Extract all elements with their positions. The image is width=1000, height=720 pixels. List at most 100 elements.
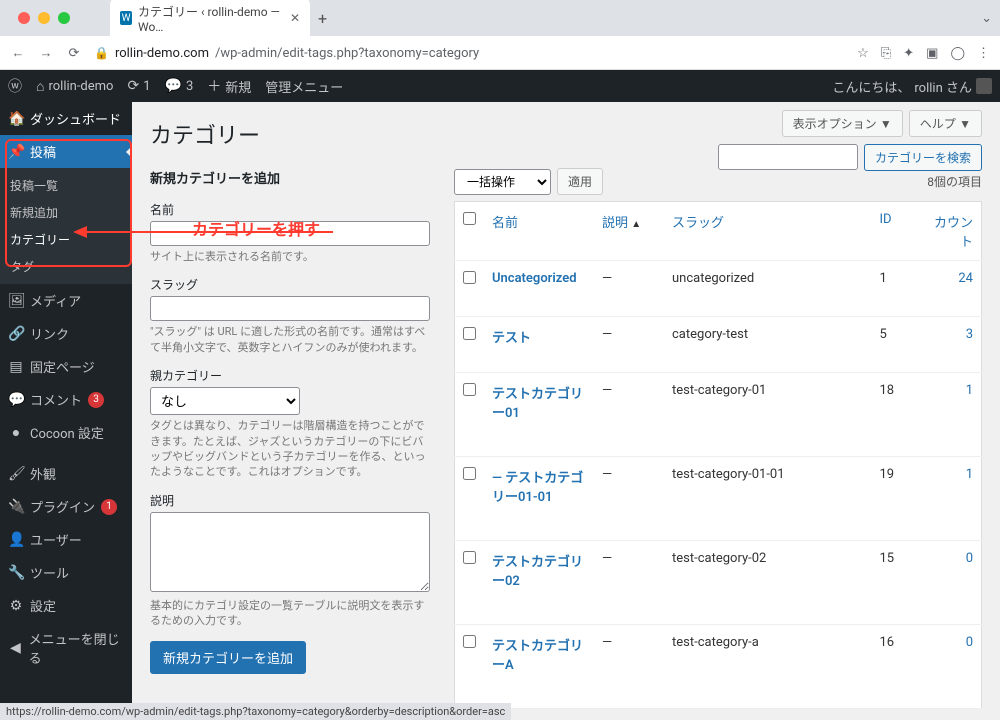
camera-icon[interactable]: ⎘ xyxy=(881,46,891,61)
category-link[interactable]: Uncategorized xyxy=(492,271,577,286)
category-link[interactable]: — テストカテゴリー01-01 xyxy=(492,471,583,505)
sidebar-item-dashboard[interactable]: 🏠ダッシュボード xyxy=(0,102,132,135)
url-field[interactable]: 🔒 rollin-demo.com/wp-admin/edit-tags.php… xyxy=(94,46,845,61)
sidebar-item-appearance[interactable]: 🖌外観 xyxy=(0,457,132,490)
forward-icon[interactable]: → xyxy=(38,45,54,61)
settings-icon: ⚙ xyxy=(8,598,24,614)
lock-icon: 🔒 xyxy=(94,46,109,60)
row-desc: — xyxy=(594,625,664,709)
row-checkbox[interactable] xyxy=(463,635,476,648)
minimize-window-icon[interactable] xyxy=(38,12,50,24)
sidebar-item-plugins[interactable]: 🔌プラグイン 1 xyxy=(0,490,132,523)
address-bar: ← → ⟳ 🔒 rollin-demo.com/wp-admin/edit-ta… xyxy=(0,36,1000,70)
row-id: 1 xyxy=(872,261,922,317)
circle-icon: ● xyxy=(8,424,24,441)
url-path: /wp-admin/edit-tags.php?taxonomy=categor… xyxy=(215,46,479,61)
category-link[interactable]: テスト xyxy=(492,331,531,346)
sidebar-item-posts[interactable]: 📌投稿 xyxy=(0,135,132,168)
window-controls xyxy=(8,12,80,24)
category-table: 名前 説明 ▲ スラッグ ID カウント Uncategorized — unc… xyxy=(454,201,982,709)
slug-input[interactable] xyxy=(150,296,430,321)
maximize-window-icon[interactable] xyxy=(58,12,70,24)
star-icon[interactable]: ☆ xyxy=(857,46,869,61)
wp-body: 🏠ダッシュボード 📌投稿 投稿一覧 新規追加 カテゴリー タグ 🖼メディア 🔗リ… xyxy=(0,102,1000,720)
col-count[interactable]: カウント xyxy=(922,202,982,261)
browser-tab[interactable]: W カテゴリー ‹ rollin-demo — Wo… ✕ xyxy=(110,0,310,40)
row-slug: test-category-01-01 xyxy=(664,457,872,541)
browser-chrome: W カテゴリー ‹ rollin-demo — Wo… ✕ + ⌄ ← → ⟳ … xyxy=(0,0,1000,70)
submit-button[interactable]: 新規カテゴリーを追加 xyxy=(150,641,306,674)
row-checkbox[interactable] xyxy=(463,467,476,480)
col-desc[interactable]: 説明 ▲ xyxy=(594,202,664,261)
submenu-tags[interactable]: タグ xyxy=(0,253,132,280)
comments-badge: 3 xyxy=(88,392,104,408)
greeting[interactable]: こんにちは、 rollin さん xyxy=(832,77,992,96)
category-link[interactable]: テストカテゴリー02 xyxy=(492,555,583,589)
row-name: — テストカテゴリー01-01 xyxy=(484,457,594,541)
site-link[interactable]: ⌂rollin-demo xyxy=(36,78,113,95)
chevron-down-icon[interactable]: ⌄ xyxy=(981,11,992,26)
col-id[interactable]: ID xyxy=(872,202,922,261)
sidebar-item-pages[interactable]: ▤固定ページ xyxy=(0,350,132,383)
row-checkbox[interactable] xyxy=(463,383,476,396)
admin-sidebar: 🏠ダッシュボード 📌投稿 投稿一覧 新規追加 カテゴリー タグ 🖼メディア 🔗リ… xyxy=(0,102,132,720)
row-id: 19 xyxy=(872,457,922,541)
wp-admin-bar: ⓦ ⌂rollin-demo ⟳1 💬3 ＋新規 管理メニュー こんにちは、 r… xyxy=(0,70,1000,102)
search-button[interactable]: カテゴリーを検索 xyxy=(864,144,982,171)
add-category-form: 新規カテゴリーを追加 名前 サイト上に表示される名前です。 スラッグ "スラッグ… xyxy=(150,168,430,709)
select-all-header[interactable] xyxy=(455,202,485,261)
items-count: 8個の項目 xyxy=(927,173,982,190)
sidebar-collapse[interactable]: ◀メニューを閉じる xyxy=(0,622,132,674)
category-link[interactable]: テストカテゴリーA xyxy=(492,639,583,673)
col-name[interactable]: 名前 xyxy=(484,202,594,261)
profile-icon[interactable]: ◯ xyxy=(950,46,965,61)
row-name: テストカテゴリー02 xyxy=(484,541,594,625)
new-link[interactable]: ＋新規 xyxy=(207,76,251,96)
count-link[interactable]: 3 xyxy=(966,327,973,342)
extension-icon[interactable]: ✦ xyxy=(903,46,914,61)
window-icon[interactable]: ▣ xyxy=(926,46,938,61)
category-search-input[interactable] xyxy=(718,144,858,170)
submenu-add-new[interactable]: 新規追加 xyxy=(0,199,132,226)
count-link[interactable]: 0 xyxy=(966,551,973,566)
sidebar-item-media[interactable]: 🖼メディア xyxy=(0,284,132,317)
parent-select[interactable]: なし xyxy=(150,387,300,415)
name-input[interactable] xyxy=(150,221,430,246)
count-link[interactable]: 1 xyxy=(966,467,973,482)
count-link[interactable]: 24 xyxy=(958,271,973,286)
comments-link[interactable]: 💬3 xyxy=(165,78,194,94)
tab-close-icon[interactable]: ✕ xyxy=(290,11,300,25)
submenu-categories[interactable]: カテゴリー xyxy=(0,226,132,253)
description-input[interactable] xyxy=(150,512,430,592)
new-tab-icon[interactable]: + xyxy=(318,9,327,28)
row-checkbox[interactable] xyxy=(463,327,476,340)
sidebar-item-tools[interactable]: 🔧ツール xyxy=(0,556,132,589)
manage-menu-link[interactable]: 管理メニュー xyxy=(265,77,343,96)
tab-bar: W カテゴリー ‹ rollin-demo — Wo… ✕ + ⌄ xyxy=(0,0,1000,36)
dashboard-icon: 🏠 xyxy=(8,111,24,127)
select-all-checkbox[interactable] xyxy=(463,212,476,225)
menu-icon[interactable]: ⋮ xyxy=(977,46,990,61)
sidebar-item-cocoon[interactable]: ●Cocoon 設定 xyxy=(0,416,132,449)
count-link[interactable]: 0 xyxy=(966,635,973,650)
back-icon[interactable]: ← xyxy=(10,45,26,61)
close-window-icon[interactable] xyxy=(18,12,30,24)
bulk-select[interactable]: 一括操作 xyxy=(454,169,551,195)
reload-icon[interactable]: ⟳ xyxy=(66,45,82,61)
wp-logo-icon[interactable]: ⓦ xyxy=(8,76,22,96)
row-checkbox[interactable] xyxy=(463,551,476,564)
col-slug[interactable]: スラッグ xyxy=(664,202,872,261)
sidebar-item-links[interactable]: 🔗リンク xyxy=(0,317,132,350)
sidebar-item-users[interactable]: 👤ユーザー xyxy=(0,523,132,556)
submenu-all-posts[interactable]: 投稿一覧 xyxy=(0,172,132,199)
count-link[interactable]: 1 xyxy=(966,383,973,398)
row-checkbox[interactable] xyxy=(463,271,476,284)
sidebar-item-comments[interactable]: 💬コメント 3 xyxy=(0,383,132,416)
category-link[interactable]: テストカテゴリー01 xyxy=(492,387,583,421)
row-desc: — xyxy=(594,317,664,373)
apply-button[interactable]: 適用 xyxy=(557,168,603,195)
updates-link[interactable]: ⟳1 xyxy=(127,78,150,94)
help-button[interactable]: ヘルプ ▼ xyxy=(909,110,982,137)
screen-options-button[interactable]: 表示オプション ▼ xyxy=(782,110,903,137)
sidebar-item-settings[interactable]: ⚙設定 xyxy=(0,589,132,622)
